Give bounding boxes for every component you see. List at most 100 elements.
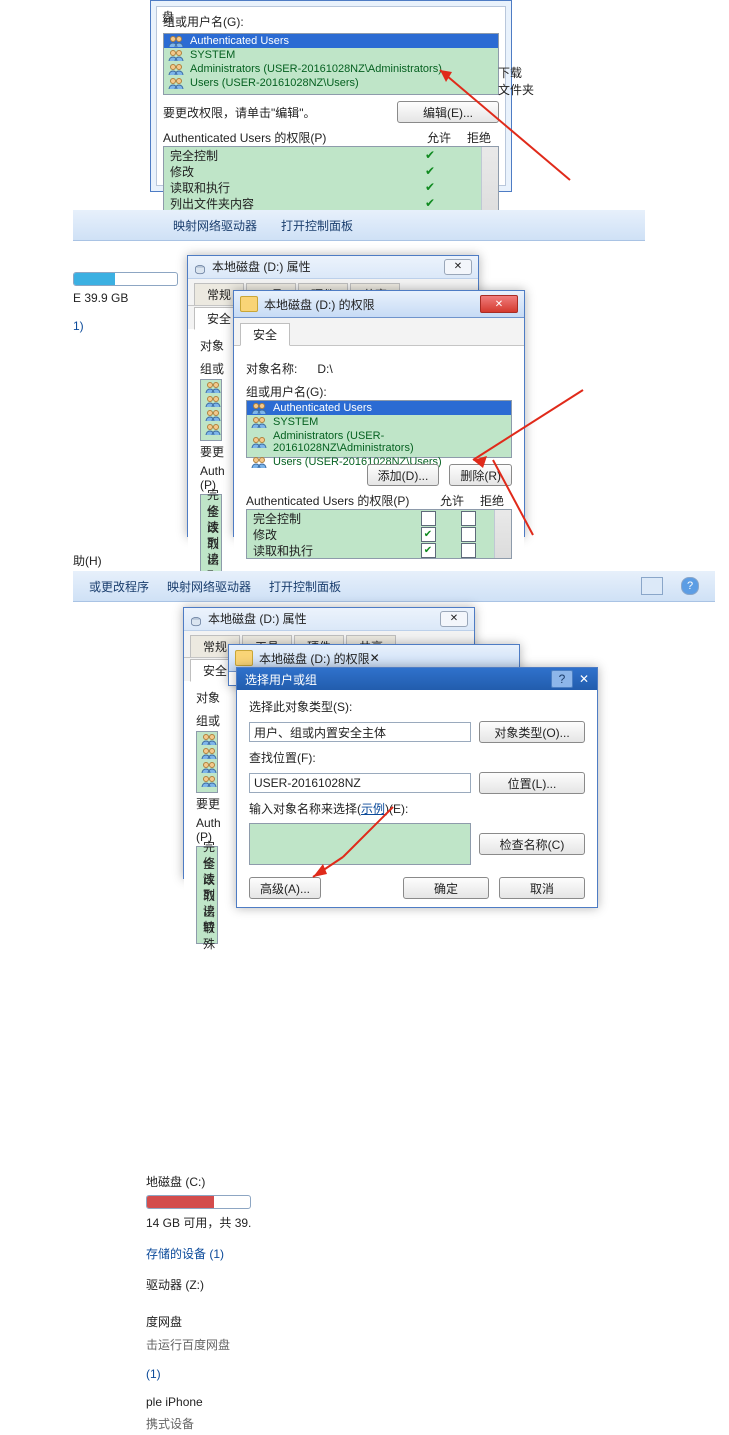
disk-icon xyxy=(194,261,206,273)
close-button[interactable]: ✕ xyxy=(444,259,472,275)
edit-button[interactable]: 编辑(E)... xyxy=(397,101,499,123)
allow-header: 允许 xyxy=(432,492,472,509)
list-item[interactable]: Authenticated Users xyxy=(164,34,498,48)
users-icon xyxy=(201,733,217,745)
permissions-dialog: 本地磁盘 (D:) 的权限 ✕ 安全 对象名称: D:\ 组或用户名(G): A… xyxy=(233,290,525,537)
allow-checkbox[interactable] xyxy=(421,511,436,526)
users-icon xyxy=(201,775,217,787)
users-icon xyxy=(201,761,217,773)
users-icon xyxy=(168,49,184,61)
window-title: 本地磁盘 (D:) 属性 xyxy=(212,256,311,278)
close-button[interactable]: ✕ xyxy=(440,611,468,627)
users-icon xyxy=(251,402,267,414)
permissions-header: Authenticated Users 的权限(P) xyxy=(246,492,432,509)
location-value: USER-20161028NZ xyxy=(249,773,471,793)
sidebar-capacity: 14 GB 可用，共 39.9 GB xyxy=(146,1211,251,1234)
sidebar-drive[interactable]: E 39.9 GB xyxy=(73,288,178,308)
list-item[interactable]: Authenticated Users xyxy=(247,401,511,415)
folder-icon xyxy=(235,650,253,666)
deny-checkbox[interactable] xyxy=(461,527,476,542)
users-icon xyxy=(168,35,184,47)
toolbar-change-program[interactable]: 或更改程序 xyxy=(89,578,149,595)
sidebar-baidu-run[interactable]: 击运行百度网盘 xyxy=(146,1333,251,1356)
deny-header: 拒绝 xyxy=(472,492,512,509)
window-title: 本地磁盘 (D:) 属性 xyxy=(208,608,307,630)
toolbar-control-panel[interactable]: 打开控制面板 xyxy=(269,578,341,595)
close-button[interactable]: ✕ xyxy=(579,672,589,686)
list-item[interactable]: Users (USER-20161028NZ\Users) xyxy=(164,76,498,90)
allow-header: 允许 xyxy=(419,129,459,146)
sidebar-portable: 携式设备 xyxy=(146,1412,251,1435)
deny-checkbox[interactable] xyxy=(461,511,476,526)
perm-row: 完全控制 xyxy=(247,510,494,526)
help-button[interactable]: ? xyxy=(551,670,573,688)
bg-text: 盘 xyxy=(162,8,172,25)
users-icon xyxy=(205,423,221,435)
user-list[interactable]: Authenticated Users SYSTEM Administrator… xyxy=(246,400,512,458)
sidebar-link[interactable]: 1) xyxy=(73,316,178,336)
remove-button[interactable]: 删除(R) xyxy=(449,464,512,486)
view-icon[interactable] xyxy=(641,577,663,595)
sidebar-link[interactable]: (1) xyxy=(146,1364,251,1384)
object-names-input[interactable] xyxy=(249,823,471,865)
users-icon xyxy=(201,747,217,759)
window-title: 本地磁盘 (D:) 的权限 xyxy=(264,296,375,313)
object-name-label: 对象名称: xyxy=(246,360,297,377)
close-button[interactable]: ✕ xyxy=(480,295,518,313)
object-type-value: 用户、组或内置安全主体 xyxy=(249,722,471,742)
object-type-label: 选择此对象类型(S): xyxy=(249,698,585,715)
toolbar: 或更改程序 映射网络驱动器 打开控制面板 ? xyxy=(73,571,715,602)
sidebar-drive-z[interactable]: 驱动器 (Z:) xyxy=(146,1273,251,1296)
groups-label: 组或用户名(G): xyxy=(163,13,499,30)
allow-checkbox[interactable]: ✔ xyxy=(421,527,436,542)
menu-help[interactable]: 助(H) xyxy=(73,552,683,569)
users-icon xyxy=(168,77,184,89)
users-icon xyxy=(205,381,221,393)
object-name-value: D:\ xyxy=(317,362,332,376)
scrollbar[interactable] xyxy=(494,510,511,558)
users-icon xyxy=(251,436,267,448)
sidebar-iphone[interactable]: ple iPhone xyxy=(146,1392,251,1412)
object-type-button[interactable]: 对象类型(O)... xyxy=(479,721,585,743)
disk-icon xyxy=(190,613,202,625)
users-icon xyxy=(205,409,221,421)
toolbar-map-drive[interactable]: 映射网络驱动器 xyxy=(173,217,257,234)
advanced-button[interactable]: 高级(A)... xyxy=(249,877,321,899)
location-button[interactable]: 位置(L)... xyxy=(479,772,585,794)
users-icon xyxy=(251,416,267,428)
toolbar-control-panel[interactable]: 打开控制面板 xyxy=(281,217,353,234)
toolbar-map-drive[interactable]: 映射网络驱动器 xyxy=(167,578,251,595)
cancel-button[interactable]: 取消 xyxy=(499,877,585,899)
perm-row: 修改✔ xyxy=(247,526,494,542)
select-user-dialog: 选择用户或组 ? ✕ 选择此对象类型(S): 用户、组或内置安全主体 对象类型(… xyxy=(236,667,598,908)
users-icon xyxy=(251,456,267,468)
check-names-button[interactable]: 检查名称(C) xyxy=(479,833,585,855)
example-link[interactable]: 示例 xyxy=(361,802,385,816)
help-icon[interactable]: ? xyxy=(681,577,699,595)
add-button[interactable]: 添加(D)... xyxy=(367,464,440,486)
bg-link[interactable]: 下载 xyxy=(498,64,534,81)
location-label: 查找位置(F): xyxy=(249,749,585,766)
deny-header: 拒绝 xyxy=(459,129,499,146)
sidebar-drive-c[interactable]: 地磁盘 (C:) xyxy=(146,1170,251,1193)
groups-label: 组或用户名(G): xyxy=(246,383,512,400)
tab-security[interactable]: 安全 xyxy=(240,323,290,346)
list-item[interactable]: Administrators (USER-20161028NZ\Administ… xyxy=(247,429,511,455)
enter-object-label: 输入对象名称来选择(示例)(E): xyxy=(249,800,585,817)
list-item[interactable]: SYSTEM xyxy=(164,48,498,62)
user-list[interactable]: Authenticated Users SYSTEM Administrator… xyxy=(163,33,499,95)
users-icon xyxy=(168,63,184,75)
sidebar-link[interactable]: 存储的设备 (1) xyxy=(146,1242,251,1265)
dialog-title: 选择用户或组 xyxy=(245,671,317,688)
list-item[interactable]: Administrators (USER-20161028NZ\Administ… xyxy=(164,62,498,76)
window-title: 本地磁盘 (D:) 的权限 xyxy=(259,650,370,667)
list-item[interactable]: SYSTEM xyxy=(247,415,511,429)
permissions-header: Authenticated Users 的权限(P) xyxy=(163,129,419,146)
folder-icon xyxy=(240,296,258,312)
toolbar: 映射网络驱动器 打开控制面板 xyxy=(73,210,645,241)
users-icon xyxy=(205,395,221,407)
close-button[interactable]: ✕ xyxy=(370,651,380,665)
ok-button[interactable]: 确定 xyxy=(403,877,489,899)
bg-text: 文件夹 xyxy=(498,81,534,98)
sidebar-baidu[interactable]: 度网盘 xyxy=(146,1310,251,1333)
